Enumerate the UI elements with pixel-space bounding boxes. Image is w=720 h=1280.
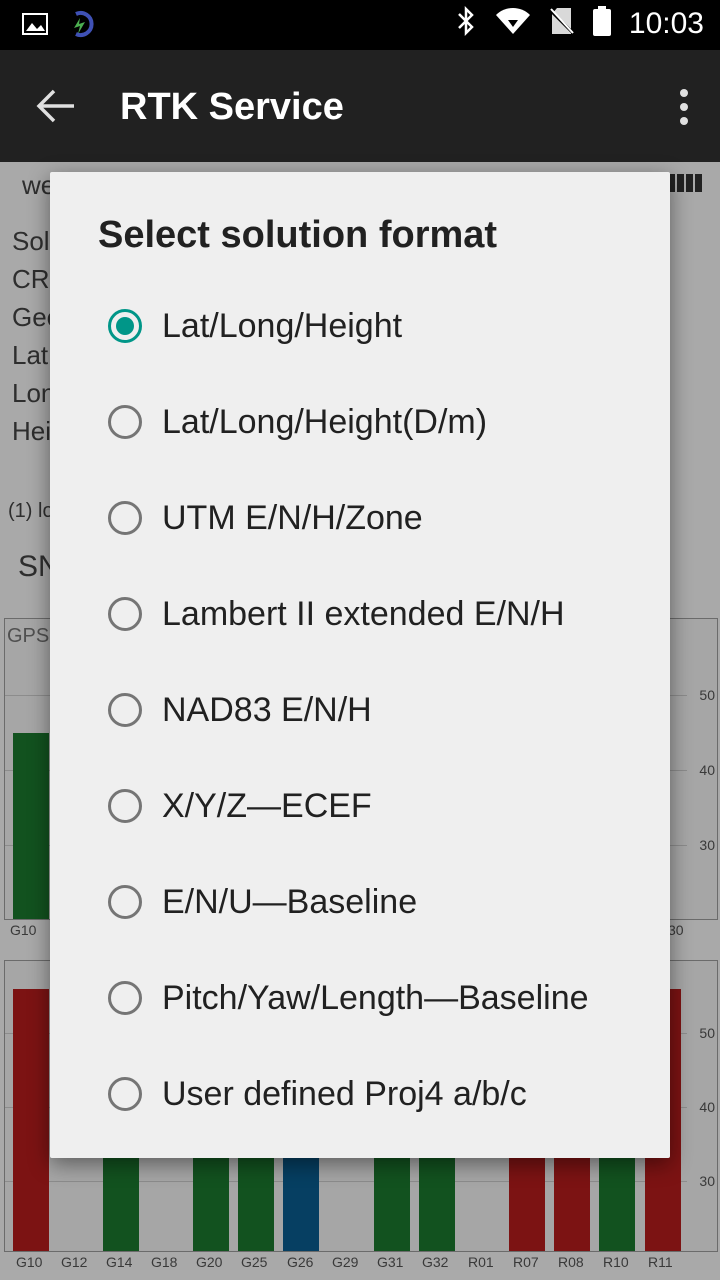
option-label: Lat/Long/Height(D/m): [162, 402, 488, 441]
wifi-icon: [495, 7, 531, 40]
toolbar-title: RTK Service: [120, 86, 344, 128]
option-row[interactable]: E/N/U—Baseline: [108, 862, 648, 942]
radio-button[interactable]: [108, 1077, 142, 1111]
clock: 10:03: [628, 6, 704, 40]
bluetooth-icon: [455, 5, 477, 41]
radio-button[interactable]: [108, 405, 142, 439]
option-label: Lambert II extended E/N/H: [162, 594, 565, 633]
option-label: E/N/U—Baseline: [162, 882, 418, 921]
option-label: NAD83 E/N/H: [162, 690, 372, 729]
option-label: X/Y/Z—ECEF: [162, 786, 372, 825]
solution-format-dialog: Select solution format Lat/Long/Height La…: [50, 172, 670, 1158]
radio-button[interactable]: [108, 789, 142, 823]
radio-button-checked[interactable]: [108, 309, 142, 343]
radio-button[interactable]: [108, 885, 142, 919]
option-row[interactable]: Pitch/Yaw/Length—Baseline: [108, 958, 648, 1038]
status-bar: 10:03: [0, 0, 720, 50]
option-row[interactable]: User defined Proj4 a/b/c: [108, 1054, 648, 1134]
option-row[interactable]: UTM E/N/H/Zone: [108, 478, 648, 558]
app-toolbar: RTK Service: [0, 50, 720, 162]
app-icon: [70, 10, 96, 43]
option-row[interactable]: X/Y/Z—ECEF: [108, 766, 648, 846]
option-row[interactable]: Lat/Long/Height: [108, 286, 648, 366]
radio-button[interactable]: [108, 597, 142, 631]
battery-icon: [592, 6, 611, 41]
radio-dot: [116, 317, 134, 335]
back-arrow-icon[interactable]: [34, 86, 78, 131]
option-row[interactable]: Lambert II extended E/N/H: [108, 574, 648, 654]
overflow-menu-icon[interactable]: [678, 88, 690, 131]
option-row[interactable]: NAD83 E/N/H: [108, 670, 648, 750]
image-icon: [22, 11, 48, 42]
option-label: User defined Proj4 a/b/c: [162, 1074, 527, 1113]
option-label: Lat/Long/Height: [162, 306, 403, 345]
no-sim-icon: [548, 6, 575, 41]
option-row[interactable]: Lat/Long/Height(D/m): [108, 382, 648, 462]
radio-button[interactable]: [108, 501, 142, 535]
option-label: Pitch/Yaw/Length—Baseline: [162, 978, 589, 1017]
dialog-title: Select solution format: [98, 214, 498, 256]
radio-button[interactable]: [108, 981, 142, 1015]
radio-button[interactable]: [108, 693, 142, 727]
option-label: UTM E/N/H/Zone: [162, 498, 423, 537]
